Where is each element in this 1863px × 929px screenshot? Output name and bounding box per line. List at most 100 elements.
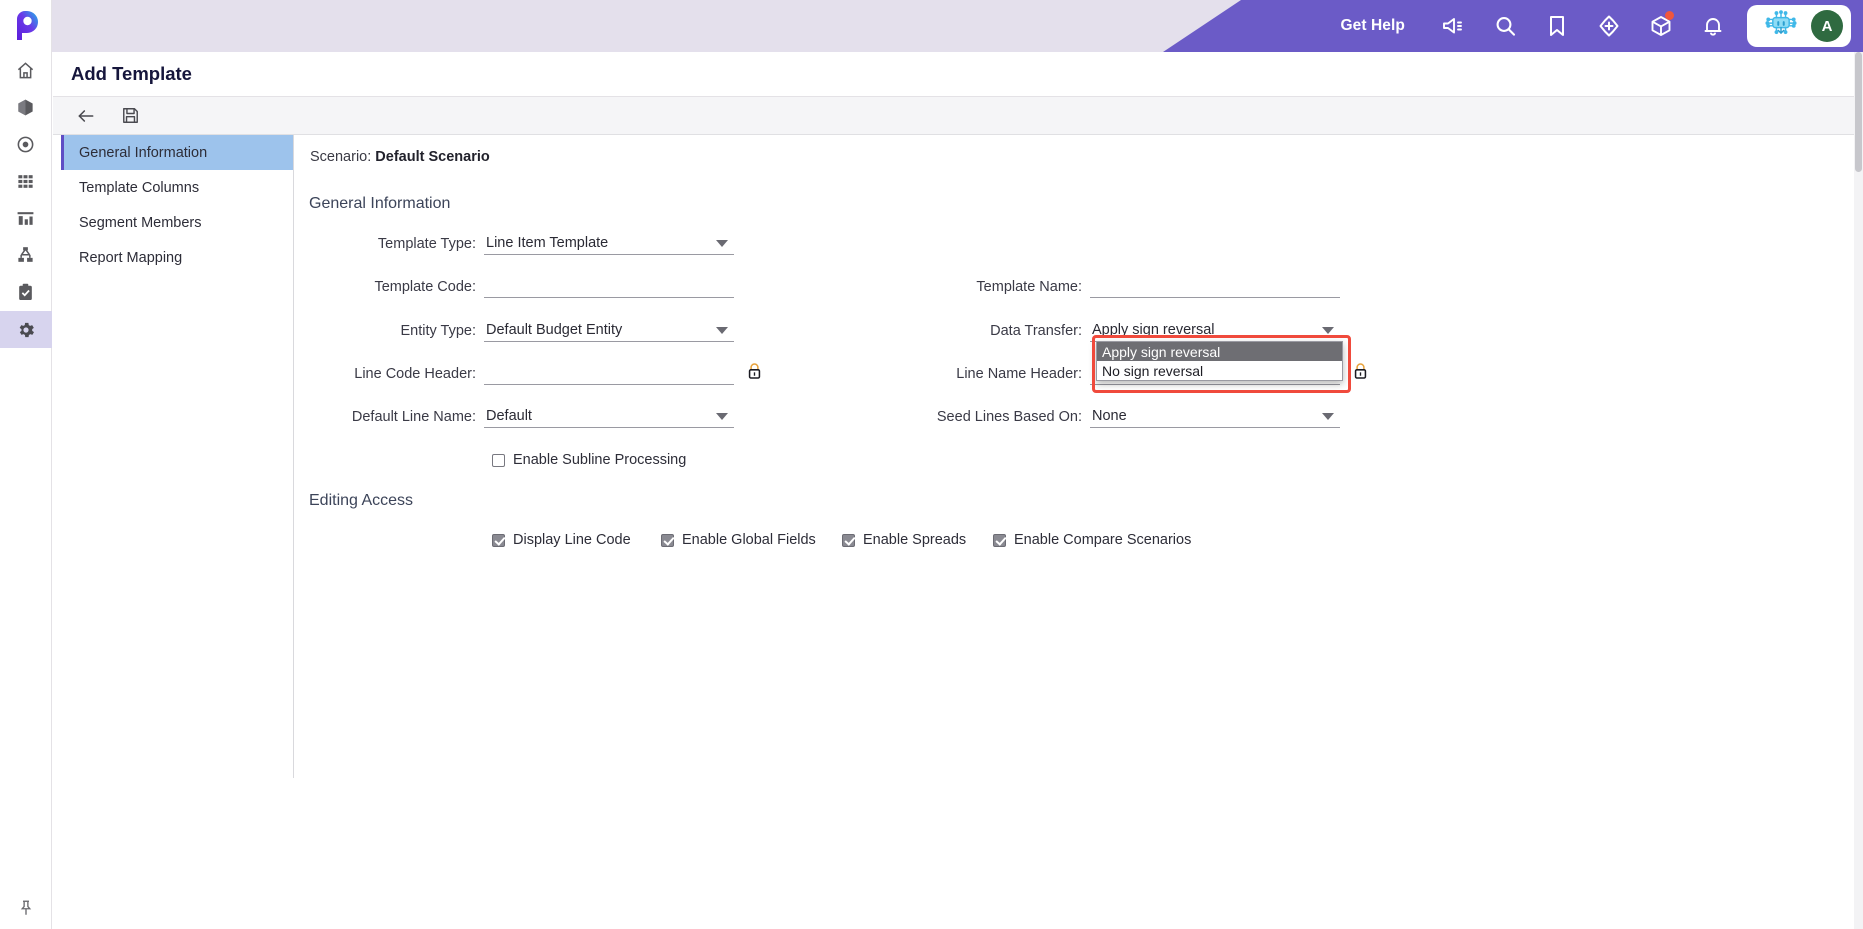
sidebar-item-models[interactable] xyxy=(0,89,52,126)
enable-subline-processing-checkbox[interactable] xyxy=(492,453,505,467)
template-type-select[interactable]: Line Item Template xyxy=(484,231,734,255)
field-seed-lines-based-on: Seed Lines Based On: None xyxy=(900,404,1340,428)
template-name-input[interactable] xyxy=(1090,274,1340,298)
form-toolbar xyxy=(53,97,1863,135)
back-arrow-icon[interactable] xyxy=(71,102,101,130)
default-line-name-select[interactable]: Default xyxy=(484,404,734,428)
scenario-label: Scenario: Default Scenario xyxy=(310,149,490,165)
nav-item-template-columns[interactable]: Template Columns xyxy=(61,170,293,205)
field-value: Default xyxy=(486,408,532,424)
sidebar-item-home[interactable] xyxy=(0,52,52,89)
field-template-type: Template Type: Line Item Template xyxy=(294,231,734,255)
field-value: Default Budget Entity xyxy=(486,322,623,338)
seed-lines-based-on-select[interactable]: None xyxy=(1090,404,1340,428)
checkbox-label: Enable Global Fields xyxy=(682,532,816,548)
nav-item-label: General Information xyxy=(79,144,208,161)
sidebar-item-grid[interactable] xyxy=(0,163,52,200)
bookmark-icon[interactable] xyxy=(1531,0,1583,52)
field-label: Seed Lines Based On: xyxy=(936,409,1082,425)
chevron-down-icon[interactable] xyxy=(716,327,728,334)
page-title: Add Template xyxy=(71,63,192,84)
enable-spreads-checkbox[interactable] xyxy=(842,533,855,547)
sidebar-item-tasks[interactable] xyxy=(0,274,52,311)
field-label: Template Name: xyxy=(976,279,1082,295)
get-help-button[interactable]: Get Help xyxy=(1318,0,1427,52)
field-value: None xyxy=(1092,408,1127,424)
field-value: Line Item Template xyxy=(486,235,609,251)
enable-global-fields-row[interactable]: Enable Global Fields xyxy=(661,532,816,548)
field-label: Line Name Header: xyxy=(956,366,1082,382)
field-entity-type: Entity Type: Default Budget Entity xyxy=(294,318,734,342)
checkbox-label: Enable Compare Scenarios xyxy=(1014,532,1192,548)
nav-item-segment-members[interactable]: Segment Members xyxy=(61,205,293,240)
field-default-line-name: Default Line Name: Default xyxy=(294,404,734,428)
checkbox-label: Display Line Code xyxy=(513,532,631,548)
scenario-prefix: Scenario: xyxy=(310,149,372,165)
section-title-general-information: General Information xyxy=(309,195,451,212)
save-icon[interactable] xyxy=(115,102,145,130)
lock-icon[interactable] xyxy=(746,362,763,386)
checkbox-label: Enable Subline Processing xyxy=(513,452,687,468)
scenario-value: Default Scenario xyxy=(375,149,490,165)
enable-spreads-row[interactable]: Enable Spreads xyxy=(842,532,966,548)
enable-global-fields-checkbox[interactable] xyxy=(661,533,674,547)
line-code-header-input[interactable] xyxy=(484,361,761,385)
field-label: Template Code: xyxy=(374,279,476,295)
display-line-code-row[interactable]: Display Line Code xyxy=(492,532,631,548)
package-icon[interactable] xyxy=(1635,0,1687,52)
user-chip[interactable]: A xyxy=(1747,5,1851,47)
ai-chip-icon[interactable] xyxy=(1761,7,1801,46)
field-label: Data Transfer: xyxy=(990,323,1082,339)
chevron-down-icon[interactable] xyxy=(1322,327,1334,334)
data-transfer-dropdown-list[interactable]: Apply sign reversal No sign reversal xyxy=(1096,341,1343,381)
package-badge-dot xyxy=(1665,11,1674,20)
notifications-icon[interactable] xyxy=(1687,0,1739,52)
data-transfer-select[interactable]: Apply sign reversal xyxy=(1090,318,1340,342)
scrollbar-thumb[interactable] xyxy=(1855,52,1862,172)
chevron-down-icon[interactable] xyxy=(716,413,728,420)
add-shortcut-icon[interactable] xyxy=(1583,0,1635,52)
chevron-down-icon[interactable] xyxy=(1322,413,1334,420)
template-form: Scenario: Default Scenario General Infor… xyxy=(294,135,1863,778)
app-logo-p[interactable] xyxy=(0,0,52,52)
sidebar-item-workflow[interactable] xyxy=(0,237,52,274)
nav-item-report-mapping[interactable]: Report Mapping xyxy=(61,240,293,275)
top-bar: Get Help A xyxy=(0,0,1863,52)
top-bar-actions: Get Help A xyxy=(1318,0,1863,52)
entity-type-select[interactable]: Default Budget Entity xyxy=(484,318,734,342)
nav-item-label: Report Mapping xyxy=(79,249,183,266)
field-label: Line Code Header: xyxy=(354,366,476,382)
field-template-code: Template Code: xyxy=(294,274,734,298)
enable-compare-scenarios-checkbox[interactable] xyxy=(993,533,1006,547)
enable-subline-processing-row[interactable]: Enable Subline Processing xyxy=(492,452,686,468)
app-rail xyxy=(0,0,52,929)
field-data-transfer: Data Transfer: Apply sign reversal xyxy=(900,318,1340,342)
field-value: Apply sign reversal xyxy=(1092,322,1215,338)
field-label: Default Line Name: xyxy=(351,409,476,425)
display-line-code-checkbox[interactable] xyxy=(492,533,505,547)
checkbox-label: Enable Spreads xyxy=(863,532,967,548)
chevron-down-icon[interactable] xyxy=(716,240,728,247)
dropdown-option-apply-sign-reversal[interactable]: Apply sign reversal xyxy=(1097,342,1342,361)
template-code-input[interactable] xyxy=(484,274,734,298)
sidebar-item-target[interactable] xyxy=(0,126,52,163)
field-line-code-header: Line Code Header: xyxy=(294,361,761,385)
sidebar-item-settings[interactable] xyxy=(0,311,52,348)
page-header: Add Template xyxy=(53,52,1863,97)
section-title-editing-access: Editing Access xyxy=(309,492,414,509)
field-template-name: Template Name: xyxy=(900,274,1340,298)
nav-item-label: Template Columns xyxy=(79,179,200,196)
vertical-scrollbar[interactable] xyxy=(1854,52,1863,929)
pin-icon[interactable] xyxy=(0,899,52,917)
avatar[interactable]: A xyxy=(1811,10,1843,42)
sidebar-item-reports[interactable] xyxy=(0,200,52,237)
nav-item-label: Segment Members xyxy=(79,214,202,231)
nav-item-general-information[interactable]: General Information xyxy=(61,135,293,170)
enable-compare-scenarios-row[interactable]: Enable Compare Scenarios xyxy=(993,532,1191,548)
announcement-icon[interactable] xyxy=(1427,0,1479,52)
dropdown-option-no-sign-reversal[interactable]: No sign reversal xyxy=(1097,361,1342,380)
field-label: Template Type: xyxy=(377,236,476,252)
field-label: Entity Type: xyxy=(400,323,477,339)
search-icon[interactable] xyxy=(1479,0,1531,52)
lock-icon[interactable] xyxy=(1352,362,1369,386)
